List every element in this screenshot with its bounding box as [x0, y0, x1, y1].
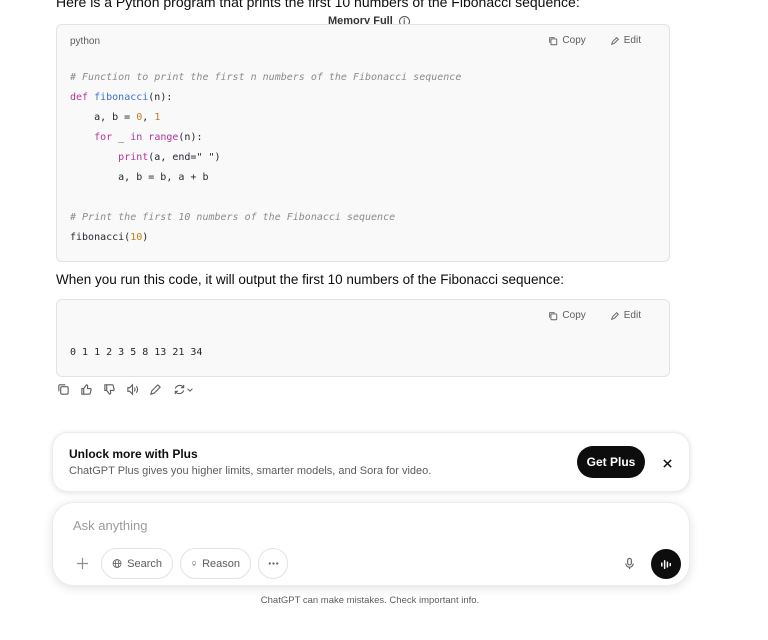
- pencil-icon: [150, 384, 161, 395]
- code-block-header: Copy Edit: [57, 300, 669, 332]
- edit-button[interactable]: Edit: [610, 310, 641, 321]
- copy-icon: [549, 311, 558, 320]
- read-aloud-button[interactable]: [125, 382, 140, 397]
- search-label: Search: [127, 557, 162, 570]
- message-actions: [56, 382, 195, 397]
- more-icon: [268, 562, 278, 565]
- more-tools-button[interactable]: [258, 548, 288, 579]
- intro-text: Here is a Python program that prints the…: [56, 0, 580, 10]
- voice-mode-button[interactable]: [651, 549, 681, 579]
- microphone-icon: [624, 557, 634, 569]
- prompt-input[interactable]: [73, 515, 633, 535]
- code-block-header: python Copy Edit: [57, 25, 669, 57]
- globe-icon: [112, 559, 122, 568]
- upsell-title: Unlock more with Plus: [69, 447, 198, 461]
- composer: Search Reason: [52, 502, 690, 586]
- plus-upsell-card: Unlock more with Plus ChatGPT Plus gives…: [52, 432, 690, 492]
- copy-label: Copy: [562, 35, 586, 46]
- code-block-output: Copy Edit 0 1 1 2 3 5 8 13 21 34: [56, 299, 670, 377]
- pencil-icon: [610, 36, 619, 45]
- get-plus-button[interactable]: Get Plus: [577, 446, 645, 478]
- copy-label: Copy: [562, 310, 586, 321]
- copy-button[interactable]: Copy: [548, 35, 586, 46]
- copy-button[interactable]: Copy: [548, 310, 586, 321]
- edit-label: Edit: [623, 35, 641, 46]
- thumbs-down-icon: [104, 384, 115, 395]
- chevron-down-icon: [186, 387, 193, 392]
- reason-label: Reason: [202, 557, 240, 570]
- edit-label: Edit: [623, 310, 641, 321]
- copy-message-button[interactable]: [56, 382, 71, 397]
- lightbulb-icon: [192, 560, 196, 566]
- close-icon: [662, 458, 672, 468]
- disclaimer-text: ChatGPT can make mistakes. Check importa…: [260, 595, 480, 606]
- code-output: 0 1 1 2 3 5 8 13 21 34: [70, 347, 203, 358]
- response-text: When you run this code, it will output t…: [56, 272, 565, 287]
- attach-button[interactable]: [71, 552, 93, 574]
- edit-button[interactable]: Edit: [610, 35, 641, 46]
- copy-icon: [549, 36, 558, 45]
- thumbs-down-button[interactable]: [102, 382, 117, 397]
- dictate-button[interactable]: [619, 553, 639, 573]
- pencil-icon: [610, 311, 619, 320]
- regenerate-button[interactable]: [171, 382, 195, 397]
- reason-button[interactable]: Reason: [180, 548, 251, 579]
- voice-wave-icon: [660, 559, 671, 569]
- refresh-icon: [174, 384, 184, 395]
- code-content: # Function to print the first n numbers …: [70, 72, 462, 243]
- code-language: python: [70, 36, 101, 47]
- thumbs-up-icon: [81, 384, 92, 395]
- close-upsell-button[interactable]: [657, 453, 677, 473]
- search-button[interactable]: Search: [101, 548, 173, 579]
- speaker-icon: [127, 383, 139, 396]
- code-block-python: python Copy Edit # Function to print the…: [56, 24, 670, 262]
- upsell-subtitle: ChatGPT Plus gives you higher limits, sm…: [69, 465, 432, 477]
- thumbs-up-button[interactable]: [79, 382, 94, 397]
- plus-icon: [76, 557, 88, 569]
- edit-in-canvas-button[interactable]: [148, 382, 163, 397]
- copy-icon: [58, 384, 69, 395]
